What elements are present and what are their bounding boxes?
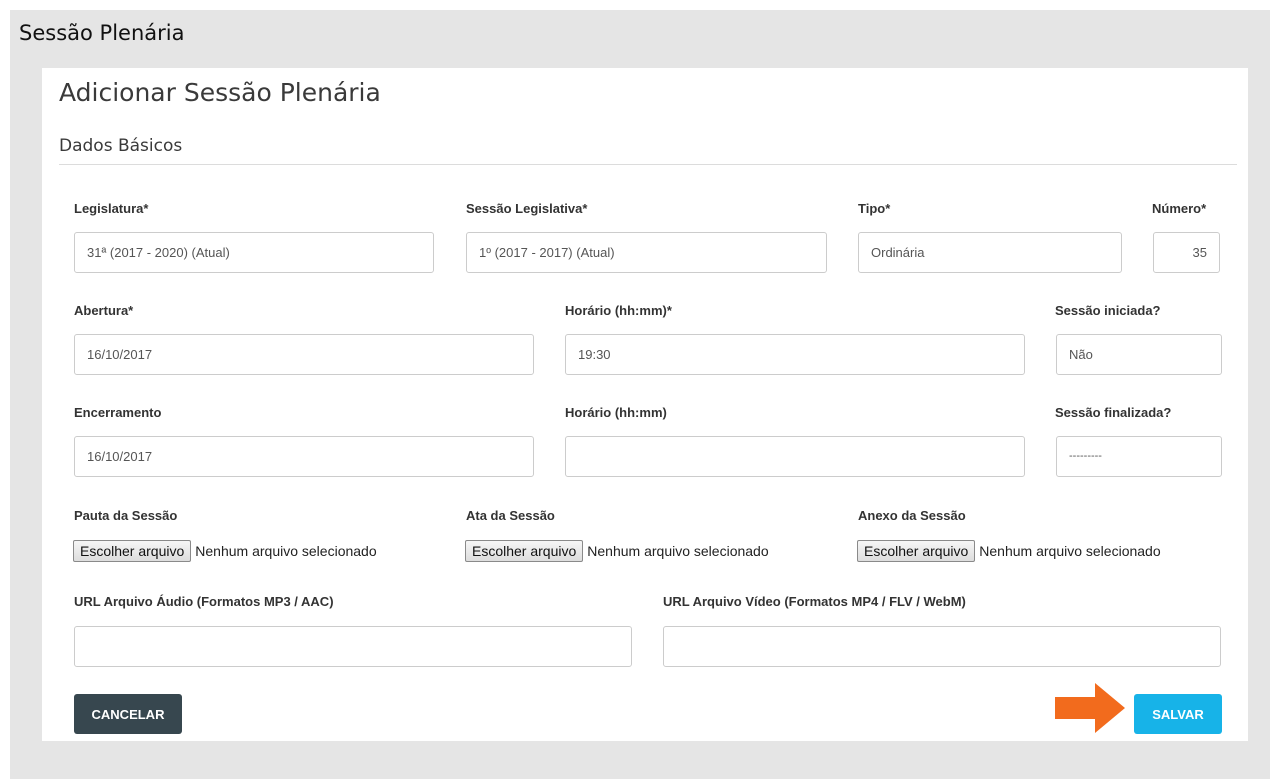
sessao-finalizada-label: Sessão finalizada? (1055, 405, 1172, 420)
ata-label: Ata da Sessão (466, 508, 555, 523)
horario-encerramento-label: Horário (hh:mm) (565, 405, 667, 420)
page-title: Sessão Plenária (19, 21, 185, 45)
section-title: Dados Básicos (59, 136, 183, 156)
horario-encerramento-input[interactable] (565, 436, 1025, 477)
url-video-label: URL Arquivo Vídeo (Formatos MP4 / FLV / … (663, 594, 966, 609)
legislatura-label: Legislatura* (74, 201, 149, 216)
ata-choose-file-button[interactable]: Escolher arquivo (465, 540, 584, 562)
arrow-right-icon (1055, 683, 1125, 733)
sessao-iniciada-select[interactable]: Não (1056, 334, 1222, 375)
tipo-select[interactable]: Ordinária (858, 232, 1122, 273)
form-title: Adicionar Sessão Plenária (59, 78, 381, 107)
url-audio-label: URL Arquivo Áudio (Formatos MP3 / AAC) (74, 594, 334, 609)
anexo-choose-file-button[interactable]: Escolher arquivo (857, 540, 976, 562)
anexo-label: Anexo da Sessão (858, 508, 966, 523)
tipo-label: Tipo* (858, 201, 891, 216)
anexo-file-input: Escolher arquivo Nenhum arquivo selecion… (857, 540, 1161, 562)
encerramento-input[interactable]: 16/10/2017 (74, 436, 534, 477)
anexo-file-status: Nenhum arquivo selecionado (979, 543, 1161, 559)
horario-abertura-input[interactable]: 19:30 (565, 334, 1025, 375)
abertura-label: Abertura* (74, 303, 134, 318)
encerramento-label: Encerramento (74, 405, 162, 420)
horario-abertura-label: Horário (hh:mm)* (565, 303, 672, 318)
sessao-finalizada-select[interactable]: --------- (1056, 436, 1222, 477)
pauta-choose-file-button[interactable]: Escolher arquivo (73, 540, 192, 562)
save-button[interactable]: SALVAR (1134, 694, 1222, 734)
cancel-button[interactable]: CANCELAR (74, 694, 182, 734)
url-audio-input[interactable] (74, 626, 632, 667)
pauta-label: Pauta da Sessão (74, 508, 178, 523)
sessao-legislativa-label: Sessão Legislativa* (466, 201, 588, 216)
sessao-legislativa-select[interactable]: 1º (2017 - 2017) (Atual) (466, 232, 827, 273)
sessao-iniciada-label: Sessão iniciada? (1055, 303, 1161, 318)
url-video-input[interactable] (663, 626, 1221, 667)
pauta-file-status: Nenhum arquivo selecionado (195, 543, 377, 559)
page-frame: Sessão Plenária Adicionar Sessão Plenári… (10, 10, 1270, 779)
ata-file-status: Nenhum arquivo selecionado (587, 543, 769, 559)
form-card: Adicionar Sessão Plenária Dados Básicos … (42, 68, 1248, 741)
pauta-file-input: Escolher arquivo Nenhum arquivo selecion… (73, 540, 377, 562)
numero-input[interactable]: 35 (1153, 232, 1220, 273)
abertura-input[interactable]: 16/10/2017 (74, 334, 534, 375)
legislatura-select[interactable]: 31ª (2017 - 2020) (Atual) (74, 232, 434, 273)
ata-file-input: Escolher arquivo Nenhum arquivo selecion… (465, 540, 769, 562)
section-divider (59, 164, 1237, 165)
numero-label: Número* (1152, 201, 1207, 216)
